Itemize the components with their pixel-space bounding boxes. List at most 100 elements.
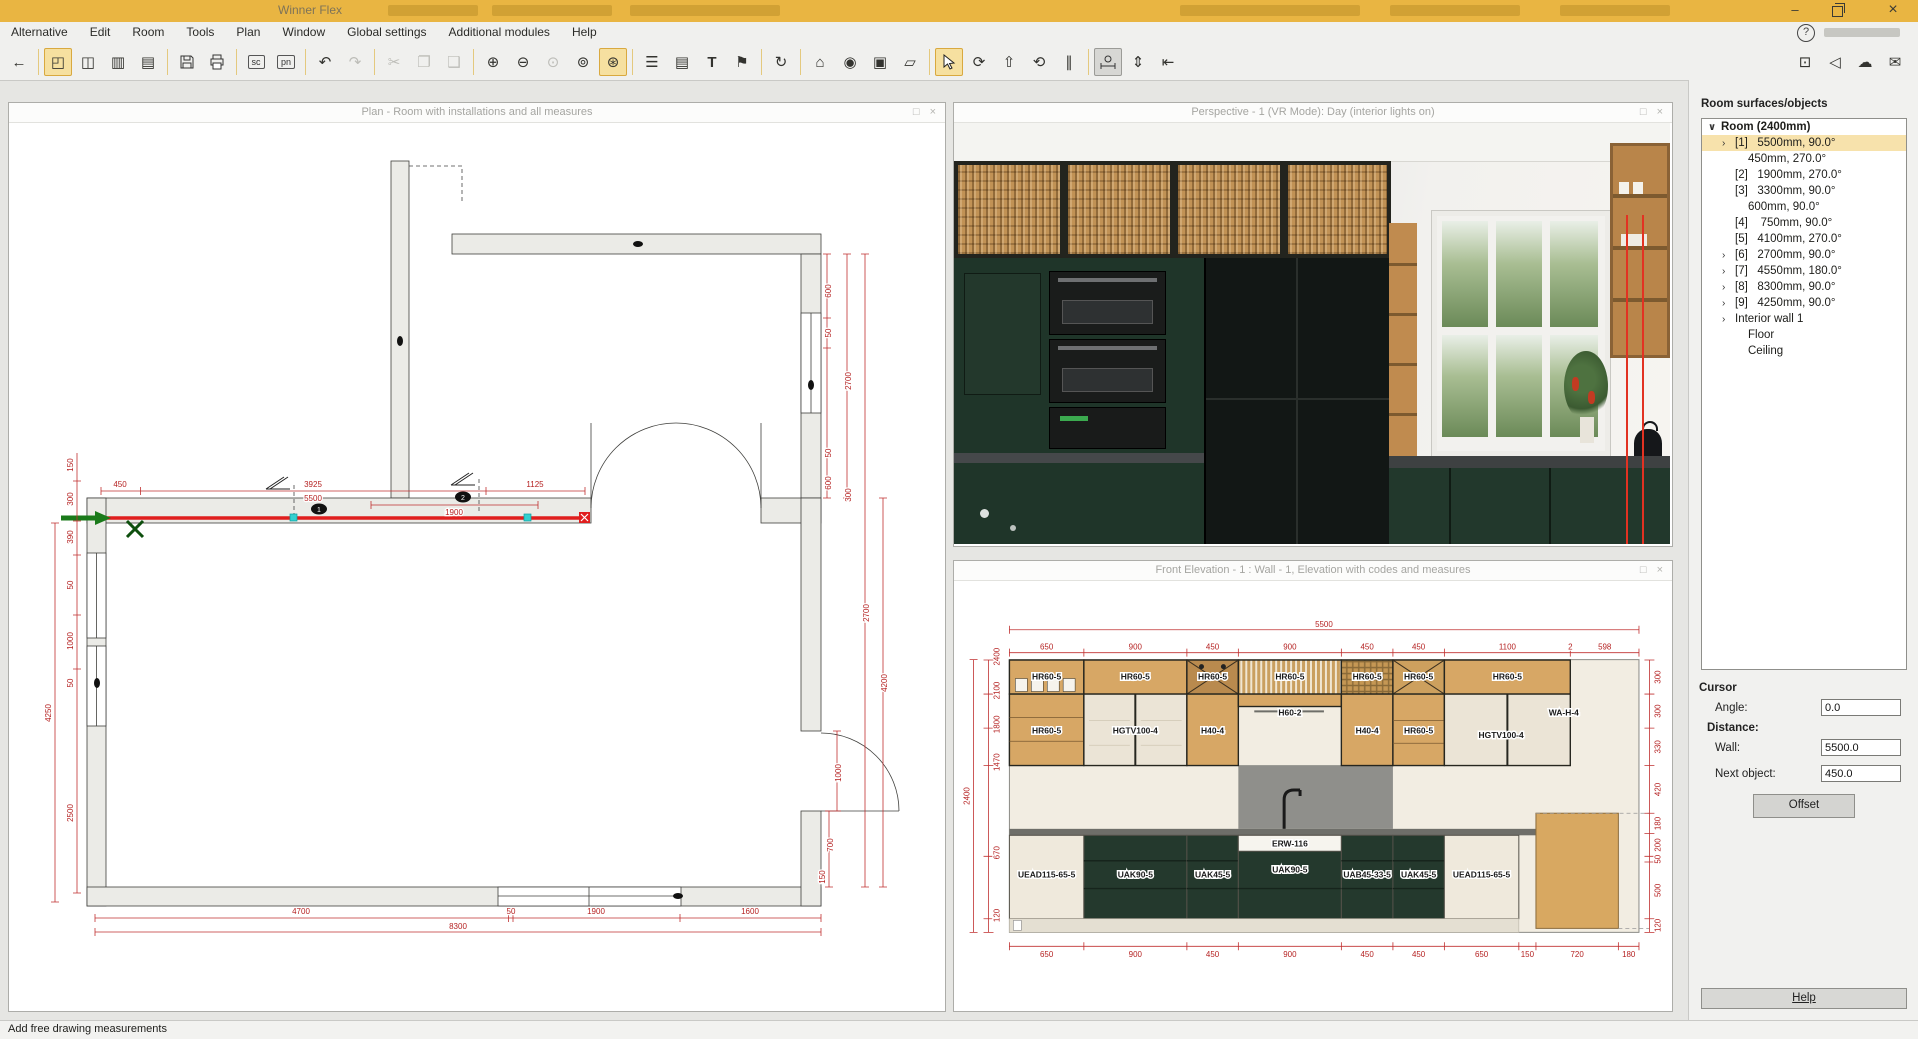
tree-item-wall-8[interactable]: ›[8] 8300mm, 90.0° bbox=[1702, 279, 1906, 295]
room-objects-tree[interactable]: ∨Room (2400mm) ›[1] 5500mm, 90.0° 450mm,… bbox=[1701, 118, 1907, 670]
svg-text:300: 300 bbox=[844, 488, 853, 502]
wall-3d-view-icon[interactable]: ⌂ bbox=[806, 48, 834, 76]
undo-icon[interactable]: ↶ bbox=[311, 48, 339, 76]
zoom-in-icon[interactable]: ⊕ bbox=[479, 48, 507, 76]
pan-tool-icon[interactable]: pn bbox=[272, 48, 300, 76]
help-button[interactable]: Help bbox=[1701, 988, 1907, 1009]
wall-distance-field[interactable] bbox=[1821, 739, 1901, 756]
tree-item-interior-wall-1[interactable]: ›Interior wall 1 bbox=[1702, 311, 1906, 327]
plan-drawing[interactable]: 1 2 450 3925 5500 1125 1900 150 bbox=[9, 123, 943, 1009]
crop-view-icon[interactable]: ▱ bbox=[896, 48, 924, 76]
wicker-cabinet bbox=[1174, 161, 1284, 258]
perspective-render[interactable] bbox=[954, 123, 1670, 544]
tree-item-wall-1[interactable]: ›[1] 5500mm, 90.0° bbox=[1702, 135, 1906, 151]
maximize-icon[interactable]: □ bbox=[1635, 106, 1652, 118]
chevron-down-icon[interactable]: ∨ bbox=[1708, 122, 1721, 133]
tree-item-wall-9[interactable]: ›[9] 4250mm, 90.0° bbox=[1702, 295, 1906, 311]
menu-room[interactable]: Room bbox=[121, 22, 175, 42]
menu-plan[interactable]: Plan bbox=[225, 22, 271, 42]
tree-item-wall-7[interactable]: ›[7] 4550mm, 180.0° bbox=[1702, 263, 1906, 279]
send-back-icon[interactable]: ◁ bbox=[1821, 48, 1849, 76]
cut-icon[interactable]: ✂ bbox=[380, 48, 408, 76]
perspective-view-icon[interactable]: ▣ bbox=[866, 48, 894, 76]
note-flag-icon[interactable]: ⚑ bbox=[728, 48, 756, 76]
chevron-right-icon[interactable]: › bbox=[1722, 138, 1735, 149]
camera-view-icon[interactable]: ◉ bbox=[836, 48, 864, 76]
rotate-3d-icon[interactable]: ⟳ bbox=[965, 48, 993, 76]
tree-item-wall-6[interactable]: ›[6] 2700mm, 90.0° bbox=[1702, 247, 1906, 263]
help-circle-icon[interactable]: ? bbox=[1797, 24, 1815, 42]
mail-icon[interactable]: ✉ bbox=[1881, 48, 1909, 76]
chevron-right-icon[interactable]: › bbox=[1722, 314, 1735, 325]
next-object-field[interactable] bbox=[1821, 765, 1901, 782]
svg-text:H40-4: H40-4 bbox=[1201, 725, 1224, 735]
chevron-right-icon[interactable]: › bbox=[1722, 250, 1735, 261]
report-icon[interactable]: ☰ bbox=[638, 48, 666, 76]
tilt-view-icon[interactable]: ⇧ bbox=[995, 48, 1023, 76]
tree-item-room[interactable]: ∨Room (2400mm) bbox=[1702, 119, 1906, 135]
tree-item-ceiling[interactable]: Ceiling bbox=[1702, 343, 1906, 359]
tree-item-wall-4[interactable]: [4] 750mm, 90.0° bbox=[1702, 215, 1906, 231]
chevron-right-icon[interactable]: › bbox=[1722, 266, 1735, 277]
close-button[interactable]: × bbox=[1876, 0, 1910, 22]
zoom-previous-icon[interactable]: ⊙ bbox=[539, 48, 567, 76]
menu-additional-modules[interactable]: Additional modules bbox=[438, 22, 561, 42]
menu-window[interactable]: Window bbox=[271, 22, 336, 42]
minimize-button[interactable]: – bbox=[1778, 0, 1812, 22]
parallel-measure-icon[interactable]: ∥ bbox=[1055, 48, 1083, 76]
zoom-out-icon[interactable]: ⊖ bbox=[509, 48, 537, 76]
svg-text:UEAD115-65-5: UEAD115-65-5 bbox=[1453, 870, 1511, 880]
menu-global-settings[interactable]: Global settings bbox=[336, 22, 437, 42]
close-icon[interactable]: × bbox=[1652, 106, 1668, 118]
elevation-panel-titlebar[interactable]: Front Elevation - 1 : Wall - 1, Elevatio… bbox=[954, 561, 1672, 581]
vertical-measure-icon[interactable]: ⇕ bbox=[1124, 48, 1152, 76]
tree-item-wall-3[interactable]: [3] 3300mm, 90.0° bbox=[1702, 183, 1906, 199]
elevation-drawing[interactable]: 5500 650 900 450 900 450 450 1100 2 598 … bbox=[954, 581, 1670, 1009]
horizontal-measure-icon[interactable]: ⇤ bbox=[1154, 48, 1182, 76]
maximize-icon[interactable]: □ bbox=[1635, 564, 1652, 576]
tree-item-wall-5[interactable]: [5] 4100mm, 270.0° bbox=[1702, 231, 1906, 247]
offset-button[interactable]: Offset bbox=[1753, 794, 1855, 818]
wall-view-icon[interactable]: ▥ bbox=[104, 48, 132, 76]
menu-help[interactable]: Help bbox=[561, 22, 608, 42]
restore-button[interactable] bbox=[1820, 0, 1854, 22]
plan-panel-titlebar[interactable]: Plan - Room with installations and all m… bbox=[9, 103, 945, 123]
copy-icon[interactable]: ❐ bbox=[410, 48, 438, 76]
tree-item-floor[interactable]: Floor bbox=[1702, 327, 1906, 343]
text-tool-icon[interactable]: T bbox=[698, 48, 726, 76]
menu-edit[interactable]: Edit bbox=[79, 22, 122, 42]
zoom-all-icon[interactable]: ⊚ bbox=[569, 48, 597, 76]
menu-alternative[interactable]: Alternative bbox=[0, 22, 79, 42]
perspective-panel-titlebar[interactable]: Perspective - 1 (VR Mode): Day (interior… bbox=[954, 103, 1672, 123]
save-icon[interactable] bbox=[173, 48, 201, 76]
redo-icon[interactable]: ↷ bbox=[341, 48, 369, 76]
tree-item-segment[interactable]: 450mm, 270.0° bbox=[1702, 151, 1906, 167]
list-view-icon[interactable]: ▤ bbox=[134, 48, 162, 76]
rotate-tool-icon[interactable]: ↻ bbox=[767, 48, 795, 76]
menu-tools[interactable]: Tools bbox=[175, 22, 225, 42]
svg-text:900: 900 bbox=[1129, 643, 1143, 652]
paste-icon[interactable]: ❑ bbox=[440, 48, 468, 76]
close-icon[interactable]: × bbox=[925, 106, 941, 118]
free-measure-icon[interactable] bbox=[1094, 48, 1122, 76]
elevation-view-icon[interactable]: ◫ bbox=[74, 48, 102, 76]
orbit-view-icon[interactable]: ⟲ bbox=[1025, 48, 1053, 76]
chevron-right-icon[interactable]: › bbox=[1722, 282, 1735, 293]
back-arrow-icon[interactable]: ← bbox=[5, 48, 33, 76]
survey-symbol bbox=[266, 473, 475, 489]
chevron-right-icon[interactable]: › bbox=[1722, 298, 1735, 309]
cloud-print-icon[interactable]: ☁ bbox=[1851, 48, 1879, 76]
floorplan-view-icon[interactable]: ◰ bbox=[44, 48, 72, 76]
angle-field[interactable] bbox=[1821, 699, 1901, 716]
report-edit-icon[interactable]: ▤ bbox=[668, 48, 696, 76]
scale-tool-icon[interactable]: sc bbox=[242, 48, 270, 76]
maximize-icon[interactable]: □ bbox=[908, 106, 925, 118]
close-icon[interactable]: × bbox=[1652, 564, 1668, 576]
catalog-icon[interactable]: ⊡ bbox=[1791, 48, 1819, 76]
svg-text:1600: 1600 bbox=[741, 907, 759, 916]
print-icon[interactable] bbox=[203, 48, 231, 76]
zoom-window-icon[interactable]: ⊛ bbox=[599, 48, 627, 76]
pointer-tool-icon[interactable] bbox=[935, 48, 963, 76]
tree-item-segment[interactable]: 600mm, 90.0° bbox=[1702, 199, 1906, 215]
tree-item-wall-2[interactable]: [2] 1900mm, 270.0° bbox=[1702, 167, 1906, 183]
